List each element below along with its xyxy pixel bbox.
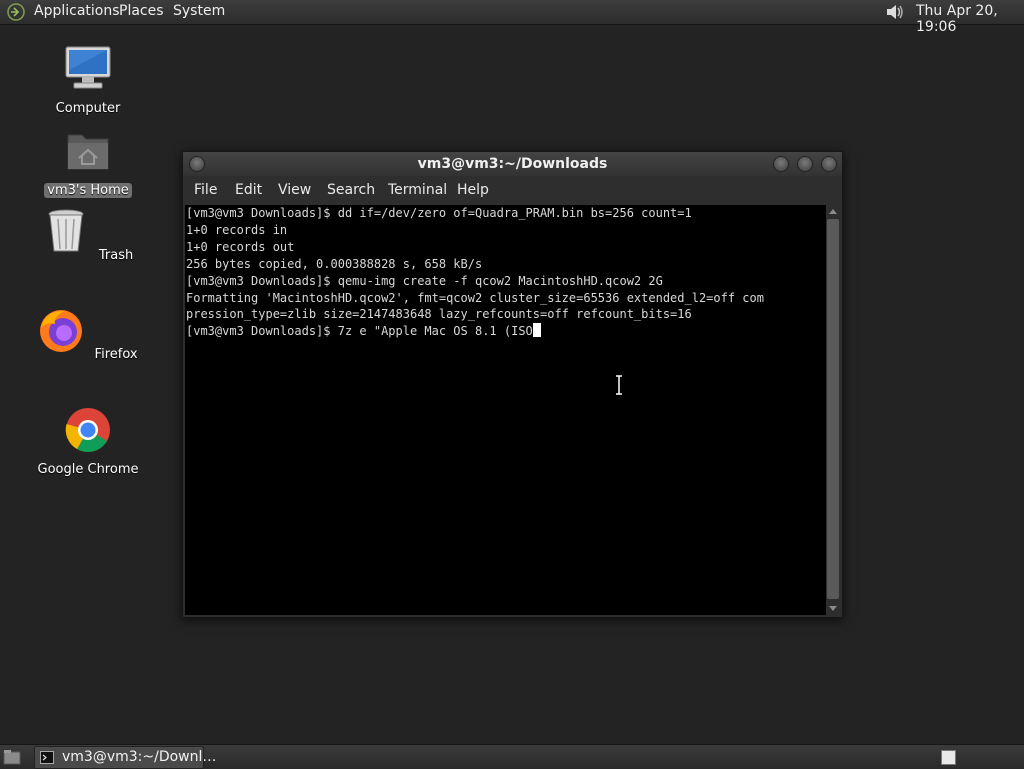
terminal-line: 256 bytes copied, 0.000388828 s, 658 kB/… <box>186 256 483 271</box>
system-menu[interactable]: System <box>173 3 225 19</box>
terminal-line: [vm3@vm3 Downloads]$ 7z e "Apple Mac OS … <box>186 324 533 339</box>
terminal-icon <box>40 751 54 764</box>
ibeam-cursor-icon <box>616 375 622 395</box>
desktop-icon-label: Google Chrome <box>37 462 139 477</box>
terminal-line: [vm3@vm3 Downloads]$ dd if=/dev/zero of=… <box>186 206 692 220</box>
clock[interactable]: Thu Apr 20, 19:06 <box>916 3 1024 35</box>
terminal-line: 1+0 records out <box>186 239 295 254</box>
desktop-icon-label: Firefox <box>94 347 138 362</box>
chrome-icon <box>65 408 110 452</box>
show-desktop-icon[interactable] <box>3 749 21 765</box>
desktop-icon-firefox[interactable]: Firefox <box>33 306 143 362</box>
terminal-line: Formatting 'MacintoshHD.qcow2', fmt=qcow… <box>186 290 764 305</box>
terminal-line: pression_type=zlib size=2147483648 lazy_… <box>186 307 692 322</box>
computer-icon <box>65 46 111 89</box>
desktop-icon-home[interactable]: vm3's Home <box>33 127 143 198</box>
terminal-prompt-line: [vm3@vm3 Downloads]$ 7z e "Apple Mac OS … <box>185 323 826 340</box>
places-menu[interactable]: Places <box>119 3 164 19</box>
vertical-scrollbar[interactable] <box>826 205 840 615</box>
menu-view[interactable]: View <box>278 182 311 198</box>
close-button[interactable] <box>821 156 837 172</box>
scroll-up-arrow-icon[interactable] <box>829 209 837 214</box>
menu-terminal[interactable]: Terminal <box>388 182 447 198</box>
firefox-icon <box>40 310 83 352</box>
bottom-panel: vm3@vm3:~/Downl… <box>0 744 1024 769</box>
terminal-output[interactable]: [vm3@vm3 Downloads]$ dd if=/dev/zero of=… <box>185 205 826 615</box>
speaker-icon[interactable] <box>884 2 906 22</box>
maximize-button[interactable] <box>797 156 813 172</box>
desktop-icon-label: Computer <box>55 101 121 116</box>
menu-file[interactable]: File <box>194 182 217 198</box>
taskbar-item-terminal[interactable]: vm3@vm3:~/Downl… <box>34 746 216 769</box>
terminal-line: [vm3@vm3 Downloads]$ qemu-img create -f … <box>186 273 663 288</box>
menu-search[interactable]: Search <box>327 182 375 198</box>
top-panel: Applications Places System Thu Apr 20, 1… <box>0 0 1024 35</box>
menu-bar: File Edit View Search Terminal Help <box>183 176 842 204</box>
window-title: vm3@vm3:~/Downloads <box>417 156 608 172</box>
desktop-icon-label: vm3's Home <box>44 183 132 198</box>
desktop-icon-label: Trash <box>98 248 134 263</box>
menu-edit[interactable]: Edit <box>235 182 262 198</box>
text-cursor <box>532 323 541 338</box>
scroll-down-arrow-icon[interactable] <box>829 606 837 611</box>
distro-logo-icon[interactable] <box>6 2 26 22</box>
minimize-button[interactable] <box>773 156 789 172</box>
desktop-icon-computer[interactable]: Computer <box>33 45 143 116</box>
taskbar-item-label: vm3@vm3:~/Downl… <box>62 749 217 765</box>
trash-icon <box>48 209 84 252</box>
menu-help[interactable]: Help <box>457 182 489 198</box>
window-titlebar[interactable]: vm3@vm3:~/Downloads <box>183 152 842 176</box>
desktop-icon-trash[interactable]: Trash <box>33 207 143 263</box>
scroll-thumb[interactable] <box>827 219 839 599</box>
terminal-line: 1+0 records in <box>186 222 288 237</box>
terminal-window: vm3@vm3:~/Downloads File Edit View Searc… <box>182 151 843 618</box>
workspace-switcher[interactable] <box>941 750 956 765</box>
applications-menu[interactable]: Applications <box>34 3 120 19</box>
home-folder-icon <box>67 134 109 170</box>
desktop-icon-chrome[interactable]: Google Chrome <box>33 406 143 477</box>
